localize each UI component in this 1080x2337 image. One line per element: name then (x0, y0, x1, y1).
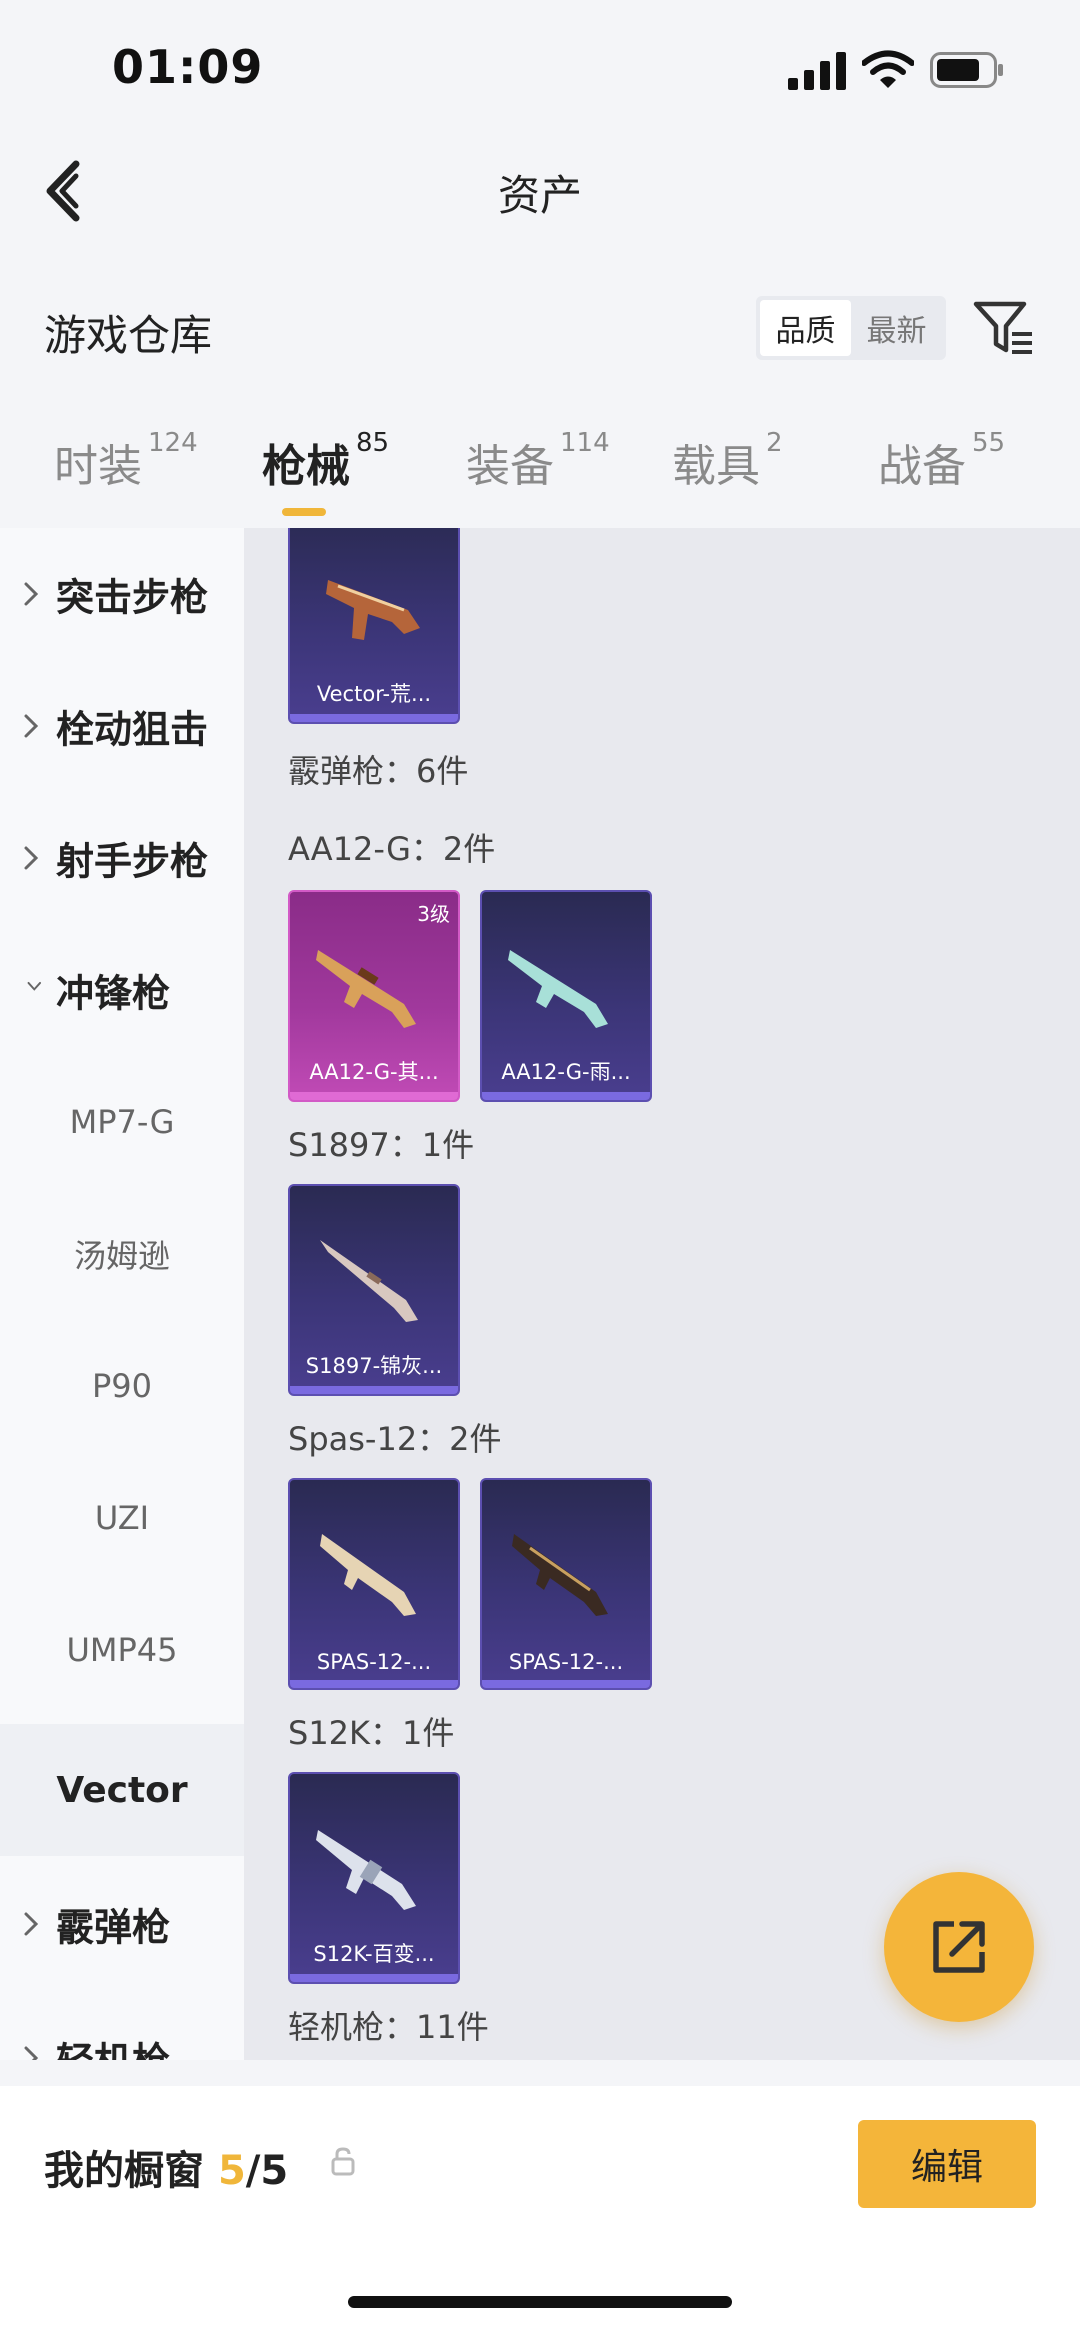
sidebar: 突击步枪 栓动狙击 射手步枪 冲锋枪 MP7-G 汤姆逊 P90 UZI UMP… (0, 528, 244, 2060)
sort-newest-button[interactable]: 最新 (851, 300, 942, 356)
item-card[interactable]: S1897-锦灰... (288, 1184, 460, 1396)
quality-bar (482, 1092, 650, 1100)
item-card[interactable]: SPAS-12-... (480, 1478, 652, 1690)
sidebar-item-label: 突击步枪 (56, 575, 209, 620)
group-title: S12K：1件 (288, 1714, 455, 1752)
item-name: AA12-G-雨... (501, 1060, 631, 1084)
sidebar-sub-ump45[interactable]: UMP45 (0, 1584, 244, 1716)
sidebar-item-label: 轻机枪 (56, 2031, 170, 2061)
shotgun-image (316, 1830, 416, 1910)
tab-label: 时装 (54, 441, 142, 492)
status-time: 01:09 (112, 40, 264, 94)
showcase-title: 我的橱窗 (44, 2148, 204, 2194)
sidebar-item-marksman-rifle[interactable]: 射手步枪 (0, 792, 244, 924)
group-title: Spas-12：2件 (288, 1420, 502, 1458)
item-name: SPAS-12-... (316, 1650, 432, 1674)
tab-label: 载具 (672, 441, 760, 492)
sidebar-item-label: 冲锋枪 (56, 971, 171, 1016)
sort-toggle: 品质 最新 (756, 296, 946, 360)
item-card[interactable]: 3级 AA12-G-其... (288, 890, 460, 1102)
chevron-right-icon (24, 2046, 39, 2060)
item-name: S12K-百变... (313, 1942, 435, 1966)
tab-label: 装备 (466, 441, 554, 492)
sidebar-item-label: 栓动狙击 (56, 707, 209, 752)
sidebar-item-label: 射手步枪 (56, 839, 209, 884)
edit-button[interactable]: 编辑 (858, 2120, 1036, 2208)
tab-count: 124 (148, 428, 198, 458)
tab-count: 85 (356, 428, 390, 458)
home-indicator (348, 2296, 732, 2308)
sidebar-item-label: 霰弹枪 (56, 1905, 171, 1950)
item-card[interactable]: AA12-G-雨... (480, 890, 652, 1102)
sidebar-sub-uzi[interactable]: UZI (0, 1452, 244, 1584)
tab-count: 55 (972, 428, 1006, 458)
shotgun-image (316, 950, 416, 1028)
shotgun-image (320, 1240, 418, 1322)
tab-label: 枪械 (262, 441, 350, 492)
share-button[interactable] (884, 1872, 1034, 2022)
sidebar-item-smg[interactable]: 冲锋枪 (0, 924, 244, 1056)
shotgun-image (320, 1534, 416, 1616)
sidebar-item-assault-rifle[interactable]: 突击步枪 (0, 528, 244, 660)
filter-icon[interactable] (972, 298, 1034, 358)
page-title: 资产 (497, 171, 582, 220)
quality-bar (290, 1680, 458, 1688)
tab-fashion[interactable]: 时装 124 (54, 428, 198, 494)
signal-icon (788, 52, 846, 90)
tab-supplies[interactable]: 战备 55 (878, 428, 1006, 494)
tab-equipment[interactable]: 装备 114 (466, 428, 610, 494)
showcase-label: 我的橱窗 5/5 (44, 2138, 288, 2196)
item-card[interactable]: SPAS-12-... (288, 1478, 460, 1690)
battery-icon (930, 52, 1003, 88)
showcase-total-count: /5 (245, 2148, 289, 2194)
item-name: S1897-锦灰... (305, 1354, 443, 1378)
chevron-down-icon (27, 981, 42, 991)
quality-bar (290, 714, 458, 722)
sidebar-sub-vector[interactable]: Vector (0, 1724, 244, 1856)
item-name: Vector-荒... (316, 682, 432, 706)
item-name: SPAS-12-... (508, 1650, 624, 1674)
active-tab-indicator (282, 508, 326, 516)
tab-count: 2 (766, 428, 783, 458)
quality-bar (290, 1386, 458, 1394)
item-card[interactable]: Vector-荒... (288, 528, 460, 724)
chevron-right-icon (24, 582, 39, 606)
quality-bar (482, 1680, 650, 1688)
tab-weapons[interactable]: 枪械 85 (262, 428, 390, 494)
wifi-icon (862, 50, 914, 88)
section-title: 轻机枪：11件 (288, 2008, 489, 2046)
shotgun-image (512, 1534, 608, 1616)
category-tabs: 时装 124 枪械 85 装备 114 载具 2 战备 55 (0, 428, 1080, 526)
sidebar-sub-p90[interactable]: P90 (0, 1320, 244, 1452)
quality-bar (290, 1092, 458, 1100)
warehouse-title: 游戏仓库 (44, 311, 213, 360)
item-name: AA12-G-其... (309, 1060, 439, 1084)
tab-count: 114 (560, 428, 610, 458)
item-grid: Vector-荒... 霰弹枪：6件 AA12-G：2件 3级 AA12-G-其… (244, 528, 1080, 2060)
level-badge: 3级 (417, 902, 450, 926)
smg-image (326, 580, 420, 640)
tab-label: 战备 (878, 441, 966, 492)
sort-quality-button[interactable]: 品质 (760, 300, 851, 356)
section-title: 霰弹枪：6件 (288, 752, 469, 790)
sidebar-item-shotgun[interactable]: 霰弹枪 (0, 1858, 244, 1990)
sidebar-item-lmg[interactable]: 轻机枪 (0, 1992, 244, 2060)
group-title: AA12-G：2件 (288, 830, 496, 868)
share-icon (933, 1921, 985, 1973)
chevron-right-icon (24, 846, 39, 870)
group-title: S1897：1件 (288, 1126, 475, 1164)
chevron-right-icon (24, 714, 39, 738)
sidebar-sub-mp7g[interactable]: MP7-G (0, 1056, 244, 1188)
lock-icon (331, 2147, 355, 2176)
showcase-used-count: 5 (217, 2148, 246, 2194)
item-card[interactable]: S12K-百变... (288, 1772, 460, 1984)
status-bar: 01:09 (0, 0, 1080, 140)
sidebar-item-bolt-sniper[interactable]: 栓动狙击 (0, 660, 244, 792)
chevron-right-icon (24, 1912, 39, 1936)
quality-bar (290, 1974, 458, 1982)
sidebar-sub-thompson[interactable]: 汤姆逊 (0, 1188, 244, 1320)
tab-vehicles[interactable]: 载具 2 (672, 428, 783, 494)
shotgun-image (508, 950, 608, 1028)
